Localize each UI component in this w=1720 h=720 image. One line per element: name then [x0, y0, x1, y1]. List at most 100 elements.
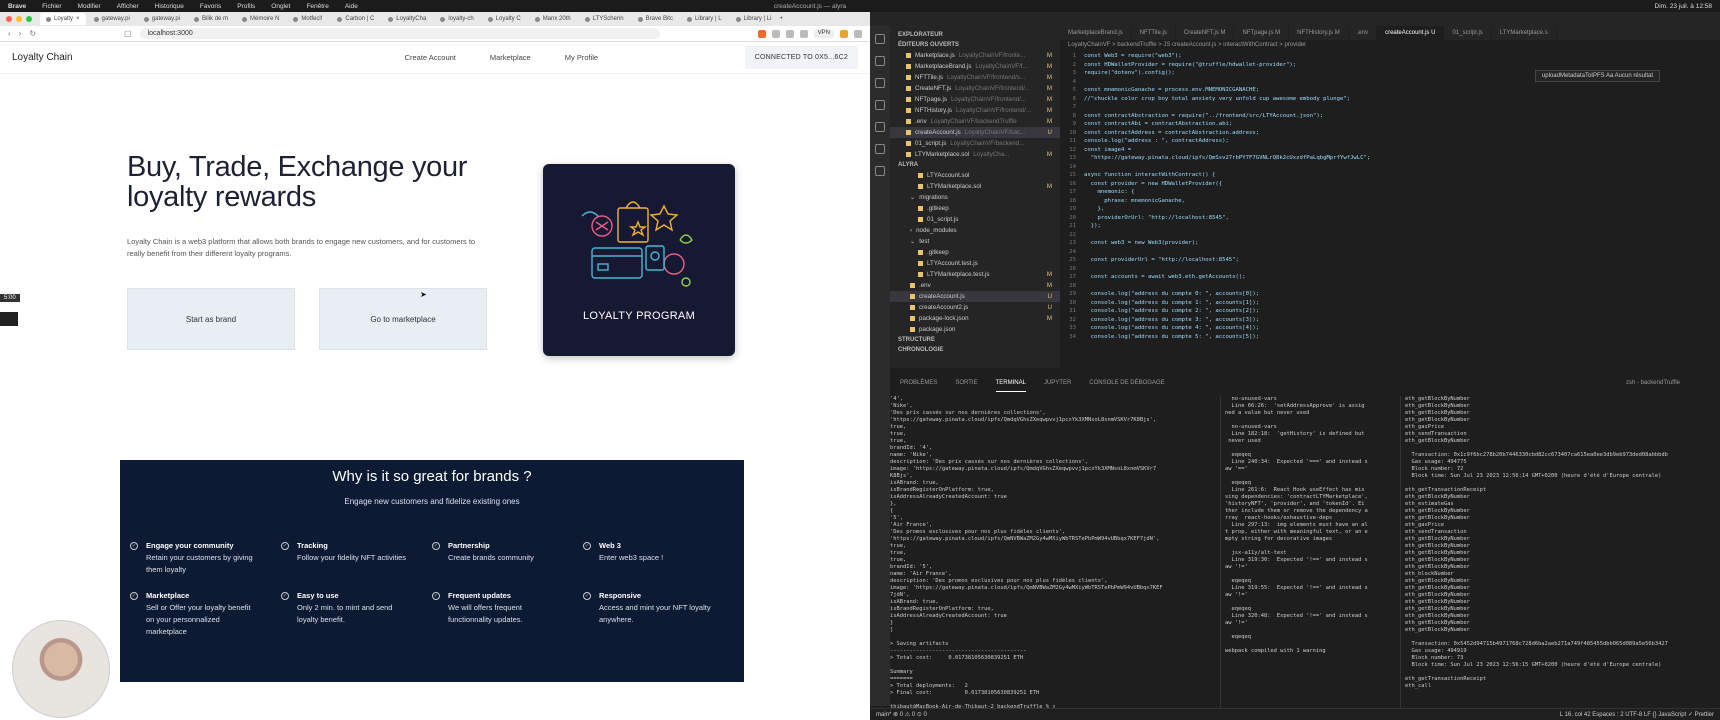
- code-line[interactable]: 12 const image4 =: [1060, 146, 1720, 155]
- code-line[interactable]: 14: [1060, 163, 1720, 172]
- tree-folder[interactable]: ⌄ migrations: [890, 192, 1060, 203]
- open-editor-item[interactable]: MarketplaceBrand.js LoyaltyChainVF/f... M: [890, 61, 1060, 72]
- forward-icon[interactable]: ›: [19, 29, 22, 38]
- url-input[interactable]: localhost:3000: [139, 28, 660, 39]
- panel-tab-debug-console[interactable]: CONSOLE DE DÉBOGAGE: [1089, 380, 1164, 392]
- minimize-window-icon[interactable]: [16, 16, 22, 22]
- terminal-pane-ganache[interactable]: eth_getBlockByNumber eth_getBlockByNumbe…: [1400, 396, 1720, 708]
- code-line[interactable]: 6 //"chuckle color crop boy total anxiety…: [1060, 95, 1720, 104]
- tree-item[interactable]: .gitkeep: [890, 247, 1060, 258]
- code-line[interactable]: 18 phrase: mnemonicGanache,: [1060, 197, 1720, 206]
- editor-tab[interactable]: NFTHistory.js M: [1289, 26, 1349, 40]
- open-editor-item[interactable]: Marketplace.js LoyaltyChainVF/fronte... M: [890, 50, 1060, 61]
- browser-tab[interactable]: gateway.pi: [138, 13, 186, 25]
- code-line[interactable]: 1 const Web3 = require("web3");: [1060, 52, 1720, 61]
- code-line[interactable]: 11 console.log("address : ", contractAddr…: [1060, 137, 1720, 146]
- open-editor-item[interactable]: LTYMarketplace.sol LoyaltyCha... M: [890, 149, 1060, 160]
- code-line[interactable]: 34 console.log("address du compte 5: ", …: [1060, 333, 1720, 342]
- menubar-clock[interactable]: Dim. 23 juil. à 12:58: [1655, 3, 1712, 10]
- tree-item-active[interactable]: createAccount.js U: [890, 291, 1060, 302]
- tree-item[interactable]: LTYMarketplace.sol M: [890, 181, 1060, 192]
- go-to-marketplace-button[interactable]: Go to marketplace: [319, 288, 487, 350]
- menubar-item-profils[interactable]: Profils: [237, 3, 255, 10]
- menubar-item-afficher[interactable]: Afficher: [117, 3, 139, 10]
- code-line[interactable]: 19 },: [1060, 205, 1720, 214]
- close-tab-icon[interactable]: ×: [76, 16, 80, 22]
- code-line[interactable]: 27 const accounts = await web3.eth.getAc…: [1060, 273, 1720, 282]
- code-line[interactable]: 30 console.log("address du compte 1: ", …: [1060, 299, 1720, 308]
- open-editor-item[interactable]: CreateNFT.js LoyaltyChainVF/frontend/... M: [890, 83, 1060, 94]
- editor-tab[interactable]: LTYMarketplace.s: [1492, 26, 1557, 40]
- open-editor-item[interactable]: .env LoyaltyChainVF/backendTruffle M: [890, 116, 1060, 127]
- structure-header[interactable]: STRUCTURE: [890, 335, 1060, 345]
- extension-icon[interactable]: [785, 29, 794, 38]
- terminal-name[interactable]: zsh - backendTruffle: [1626, 380, 1720, 392]
- panel-tab-output[interactable]: SORTIE: [955, 380, 977, 392]
- tree-item[interactable]: .gitkeep: [890, 203, 1060, 214]
- wallet-icon[interactable]: [840, 29, 848, 38]
- nav-my-profile[interactable]: My Profile: [565, 53, 598, 62]
- brave-shield-icon[interactable]: [757, 29, 766, 38]
- remote-icon[interactable]: [875, 144, 885, 154]
- new-tab-icon[interactable]: +: [779, 16, 783, 22]
- code-line[interactable]: 20 providerOrUrl: "http://localhost:8545…: [1060, 214, 1720, 223]
- vpn-button[interactable]: VPN: [813, 29, 834, 38]
- browser-tab[interactable]: Bilik de m: [188, 13, 234, 25]
- source-control-icon[interactable]: [875, 78, 885, 88]
- nav-marketplace[interactable]: Marketplace: [490, 53, 531, 62]
- menubar-item-onglet[interactable]: Onglet: [271, 3, 290, 10]
- open-editors-header[interactable]: ÉDITEURS OUVERTS: [890, 40, 1060, 50]
- tree-item[interactable]: LTYMarketplace.test.js M: [890, 269, 1060, 280]
- open-editor-item[interactable]: NFTTile.js LoyaltyChainVF/frontend/s... M: [890, 72, 1060, 83]
- editor-tab[interactable]: NFTTile.js: [1132, 26, 1176, 40]
- browser-tab[interactable]: Motfecl!: [287, 13, 329, 25]
- code-line[interactable]: 21 });: [1060, 222, 1720, 231]
- editor-tab[interactable]: MarketplaceBrand.js: [1060, 26, 1132, 40]
- tree-item[interactable]: 01_script.js: [890, 214, 1060, 225]
- open-editor-item[interactable]: NFTpage.js LoyaltyChainVF/frontend/... M: [890, 94, 1060, 105]
- menubar-item-fenetre[interactable]: Fenêtre: [306, 3, 328, 10]
- browser-tab[interactable]: Brave Bitc: [632, 13, 679, 25]
- browser-tab[interactable]: gateway.pi: [88, 13, 136, 25]
- open-editor-item[interactable]: 01_script.js LoyaltyChainVF/backend...: [890, 138, 1060, 149]
- code-line[interactable]: 31 console.log("address du compte 2: ", …: [1060, 307, 1720, 316]
- menubar-item-aide[interactable]: Aide: [345, 3, 358, 10]
- reload-icon[interactable]: ↻: [29, 29, 36, 38]
- editor-tab[interactable]: .env: [1349, 26, 1378, 40]
- code-line[interactable]: 8 const contractAbstraction = require("..…: [1060, 112, 1720, 121]
- site-logo[interactable]: Loyalty Chain: [12, 52, 73, 63]
- browser-tab[interactable]: LoyaltyCha: [382, 13, 432, 25]
- code-editor[interactable]: 1 const Web3 = require("web3"); 2 const HDW…: [1060, 52, 1720, 368]
- browser-tab-active[interactable]: Loyalty ×: [40, 13, 86, 25]
- browser-tab[interactable]: Loyalty C: [482, 13, 527, 25]
- tree-item[interactable]: package.json: [890, 324, 1060, 335]
- run-debug-icon[interactable]: [875, 100, 885, 110]
- extensions-icon[interactable]: [875, 122, 885, 132]
- code-line[interactable]: 15 async function interactWithContract() …: [1060, 171, 1720, 180]
- search-icon[interactable]: [875, 56, 885, 66]
- browser-tab[interactable]: Library | Li: [730, 13, 778, 25]
- menu-icon[interactable]: [854, 29, 862, 38]
- code-line[interactable]: 23 const web3 = new Web3(provider);: [1060, 239, 1720, 248]
- code-line[interactable]: 17 mnemonic: {: [1060, 188, 1720, 197]
- menubar-item-historique[interactable]: Historique: [155, 3, 184, 10]
- code-line[interactable]: 16 const provider = new HDWalletProvider…: [1060, 180, 1720, 189]
- code-line[interactable]: 5 const mnemonicGanache = process.env.MNE…: [1060, 86, 1720, 95]
- editor-tab[interactable]: 01_script.js: [1444, 26, 1492, 40]
- tree-item[interactable]: package-lock.json M: [890, 313, 1060, 324]
- testing-icon[interactable]: [875, 166, 885, 176]
- panel-tab-jupyter[interactable]: JUPYTER: [1044, 380, 1071, 392]
- menubar-item-fichier[interactable]: Fichier: [42, 3, 62, 10]
- tree-folder[interactable]: ⌄ test: [890, 236, 1060, 247]
- tree-item[interactable]: LTYAccount.test.js: [890, 258, 1060, 269]
- panel-tab-problems[interactable]: PROBLÈMES: [900, 380, 937, 392]
- code-line[interactable]: 22: [1060, 231, 1720, 240]
- sidebar-icon[interactable]: [799, 29, 808, 38]
- menubar-item-modifier[interactable]: Modifier: [78, 3, 101, 10]
- menubar-app[interactable]: Brave: [8, 3, 26, 10]
- browser-tab[interactable]: Mémoire N: [236, 13, 285, 25]
- tree-folder[interactable]: › node_modules: [890, 225, 1060, 236]
- browser-tab[interactable]: Carbon | C: [331, 13, 380, 25]
- code-line[interactable]: 33 console.log("address du compte 4: ", …: [1060, 324, 1720, 333]
- code-line[interactable]: 28: [1060, 282, 1720, 291]
